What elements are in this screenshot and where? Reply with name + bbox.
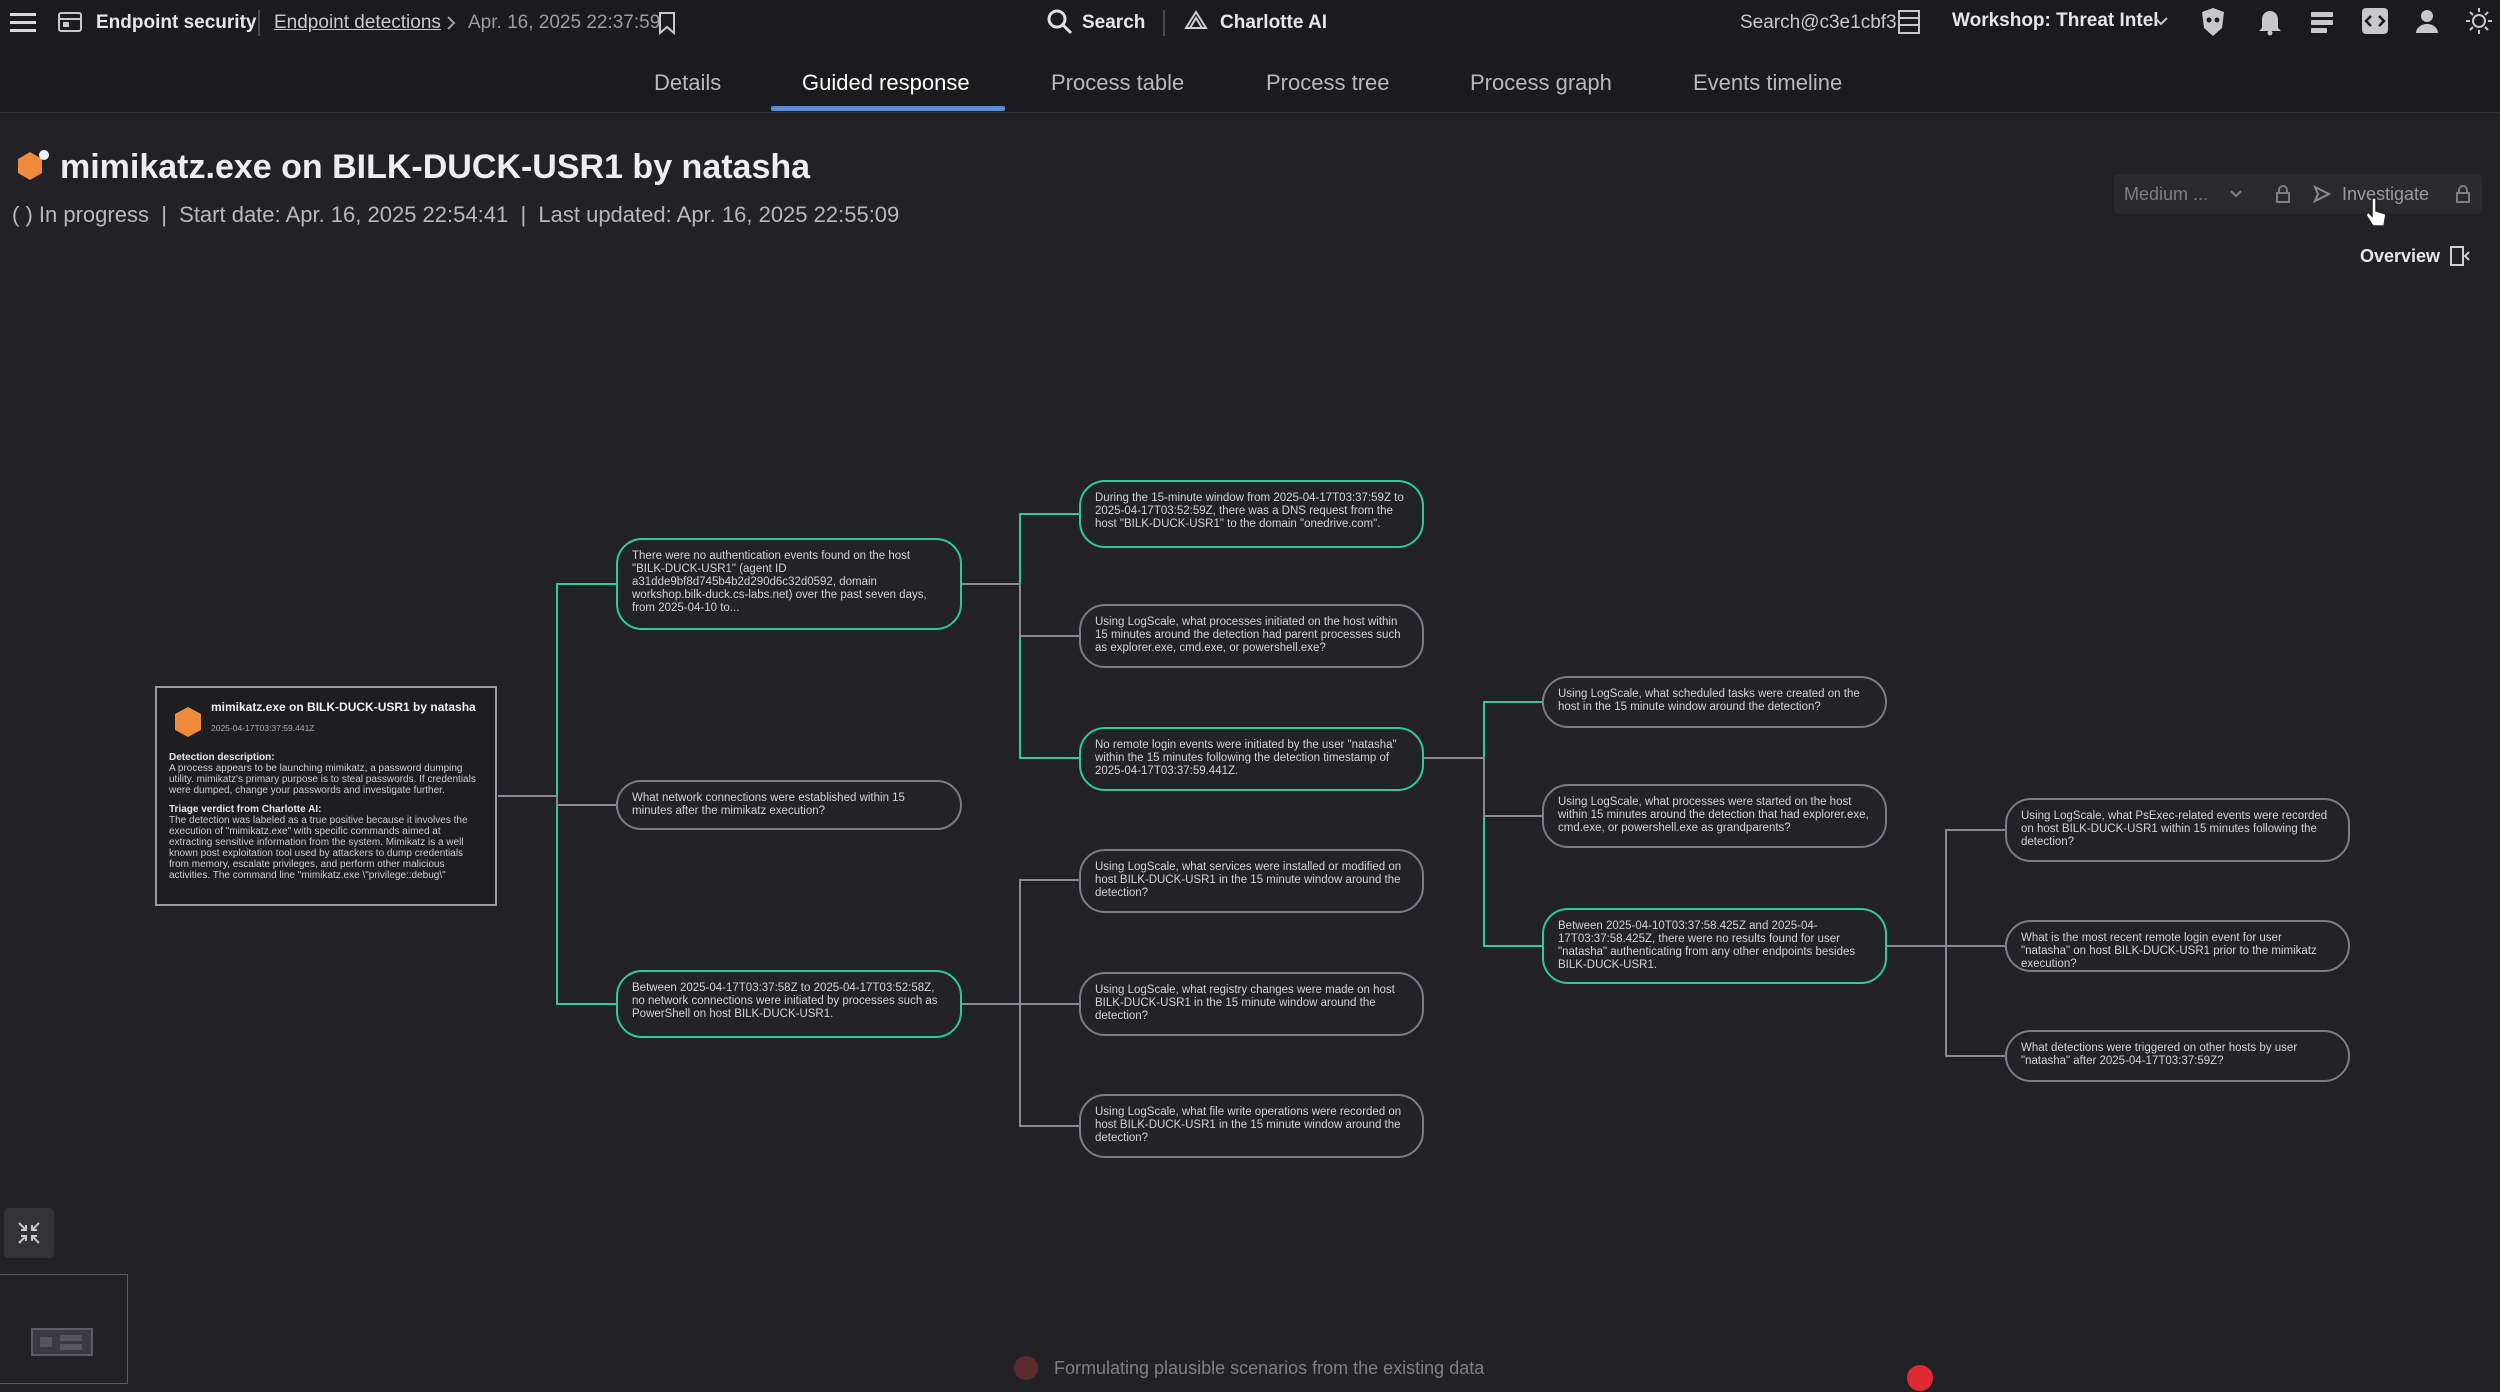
question-node[interactable]: Using LogScale, what file write operatio… (1079, 1094, 1424, 1158)
edge (1887, 829, 2005, 947)
edge (1887, 945, 2005, 1057)
question-node[interactable]: Using LogScale, what PsExec-related even… (2005, 798, 2350, 862)
verdict-text: The detection was labeled as a true posi… (169, 815, 468, 881)
edge (498, 795, 616, 806)
root-card-title: mimikatz.exe on BILK-DUCK-USR1 by natash… (211, 700, 476, 714)
edge (498, 795, 616, 1005)
response-node[interactable]: Between 2025-04-10T03:37:58.425Z and 202… (1542, 908, 1887, 984)
status-dot-icon (1014, 1356, 1038, 1380)
minimap[interactable] (0, 1274, 128, 1384)
response-node[interactable]: No remote login events were initiated by… (1079, 727, 1424, 791)
question-node[interactable]: Using LogScale, what processes were star… (1542, 784, 1887, 848)
question-node[interactable]: Using LogScale, what services were insta… (1079, 849, 1424, 913)
edge (962, 583, 1079, 637)
description-text: A process appears to be launching mimika… (169, 763, 476, 796)
edge (1424, 701, 1542, 759)
severity-hexagon-icon (175, 707, 201, 737)
question-node[interactable]: What network connections were establishe… (616, 780, 962, 830)
question-node[interactable]: Using LogScale, what scheduled tasks wer… (1542, 676, 1887, 728)
response-node[interactable]: Between 2025-04-17T03:37:58Z to 2025-04-… (616, 970, 962, 1038)
edge (498, 583, 616, 797)
notification-dot-icon (1907, 1365, 1933, 1391)
edge (962, 513, 1079, 585)
question-node[interactable]: Using LogScale, what registry changes we… (1079, 972, 1424, 1036)
root-card-timestamp: 2025-04-17T03:37:59.441Z (211, 723, 315, 733)
collapse-arrows-icon (18, 1222, 40, 1244)
verdict-heading: Triage verdict from Charlotte AI: (169, 804, 322, 815)
question-node[interactable]: What detections were triggered on other … (2005, 1030, 2350, 1082)
response-node[interactable]: During the 15-minute window from 2025-04… (1079, 480, 1424, 548)
response-node[interactable]: There were no authentication events foun… (616, 538, 962, 630)
description-heading: Detection description: (169, 752, 275, 763)
edge (962, 1003, 1079, 1127)
question-node[interactable]: Using LogScale, what processes initiated… (1079, 604, 1424, 668)
question-node[interactable]: What is the most recent remote login eve… (2005, 920, 2350, 972)
edge (962, 879, 1079, 1005)
detection-root-card[interactable]: mimikatz.exe on BILK-DUCK-USR1 by natash… (155, 686, 497, 906)
edge (1424, 757, 1542, 817)
minimap-viewport-icon (31, 1328, 93, 1356)
collapse-button[interactable] (4, 1208, 54, 1258)
